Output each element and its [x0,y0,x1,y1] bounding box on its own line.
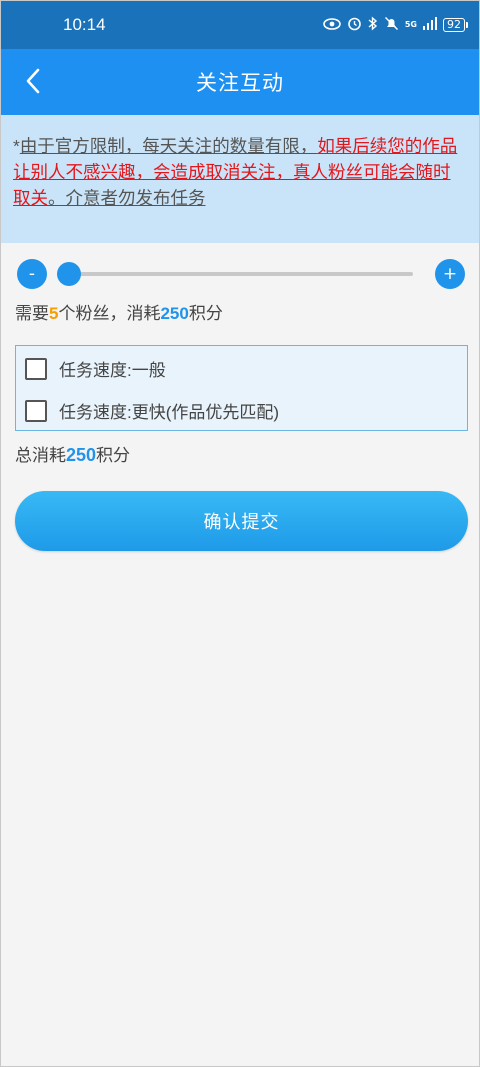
slider-thumb[interactable] [57,262,81,286]
submit-button[interactable]: 确认提交 [15,491,468,551]
increase-button[interactable]: + [435,259,465,289]
battery-icon: 92 [443,18,468,32]
status-time: 10:14 [63,15,106,34]
fans-slider: - + [1,257,479,291]
back-button[interactable] [15,63,51,99]
need-middle: 个粉丝，消耗 [58,304,161,323]
total-unit: 积分 [96,446,131,465]
checkbox[interactable] [25,357,47,380]
need-unit: 积分 [188,304,223,323]
nav-bar: 关注互动 [1,49,479,115]
total-points: 250 [66,445,97,465]
eye-icon [323,17,341,33]
notice-text-2: 。介意者勿发布任务 [48,188,206,208]
bluetooth-icon [368,16,378,34]
option-fast-speed[interactable]: 任务速度:更快(作品优先匹配) [25,398,279,423]
status-icons: 5G 92 [323,16,468,34]
status-bar: 10:14 5G 92 [1,1,479,49]
requirement-text: 需要5个粉丝，消耗250积分 [15,299,223,324]
total-label: 总消耗 [15,446,66,465]
speed-options: 任务速度:一般 任务速度:更快(作品优先匹配) [15,345,468,431]
signal-icon: 5G [405,21,417,29]
option-label: 任务速度:更快(作品优先匹配) [59,403,280,422]
battery-level: 92 [447,18,461,31]
notice-text-1: 由于官方限制，每天关注的数量有限， [19,136,318,156]
network-type: 5G [404,20,417,29]
notice-banner: *由于官方限制，每天关注的数量有限，如果后续您的作品让别人不感兴趣，会造成取消关… [1,115,479,243]
signal-bars-icon [423,17,437,33]
notice-prefix: * [13,136,20,156]
total-cost-text: 总消耗250积分 [15,441,130,466]
alarm-icon [347,16,362,34]
need-label: 需要 [15,304,49,323]
checkbox[interactable] [25,399,47,422]
option-normal-speed[interactable]: 任务速度:一般 [25,356,166,381]
mute-bell-icon [384,16,399,34]
decrease-button[interactable]: - [17,259,47,289]
slider-track[interactable] [57,272,413,276]
chevron-left-icon [26,68,40,94]
points-cost: 250 [160,304,189,323]
page-title: 关注互动 [196,71,284,95]
option-label: 任务速度:一般 [59,361,166,380]
